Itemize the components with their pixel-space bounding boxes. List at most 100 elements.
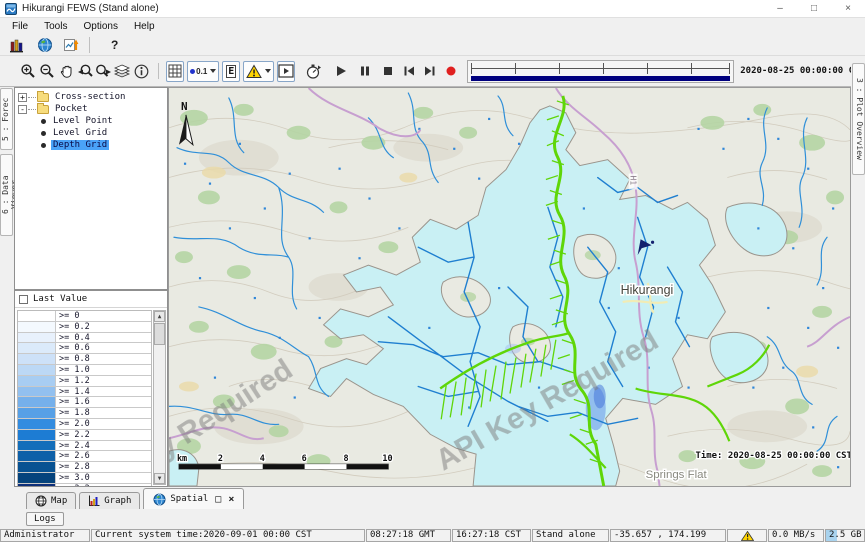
svg-text:4: 4	[260, 453, 265, 463]
layers-icon	[114, 63, 131, 80]
legend-label: >= 1.6	[56, 397, 151, 407]
legend-label: >= 0.6	[56, 343, 151, 353]
movie-icon	[278, 64, 294, 78]
globe-button[interactable]	[34, 35, 55, 56]
pan-button[interactable]	[58, 61, 76, 82]
bullet-icon	[41, 131, 46, 136]
zoom-out-button[interactable]	[39, 61, 57, 82]
spatial-display-button[interactable]	[60, 35, 81, 56]
legend-swatch	[18, 311, 56, 321]
legend-scrollbar[interactable]: ▲ ▼	[153, 310, 166, 485]
zoom-in-button[interactable]	[20, 61, 38, 82]
zoom-previous-button[interactable]	[76, 61, 94, 82]
menu-file[interactable]: File	[4, 20, 36, 33]
legend-label: >= 2.8	[56, 462, 151, 472]
time-slider[interactable]	[467, 60, 735, 83]
status-local-time: 16:27:18 CST	[452, 529, 531, 542]
last-value-row: Last Value	[15, 291, 167, 308]
legend-swatch	[18, 430, 56, 440]
expand-icon[interactable]: +	[18, 93, 27, 102]
last-value-checkbox[interactable]	[19, 295, 28, 304]
tab-data-viewer[interactable]: 6 : Data Viewer	[0, 154, 13, 236]
current-time-label: 2020-08-25 00:00:00 CST	[740, 66, 865, 76]
tab-map[interactable]: Map	[26, 492, 76, 509]
legend-row: >= 1.8	[18, 408, 151, 419]
zoom-previous-icon	[77, 63, 94, 80]
skip-end-icon	[423, 64, 437, 78]
legend-swatch	[18, 333, 56, 343]
warning-dropdown[interactable]	[243, 61, 274, 82]
labels-toggle-button[interactable]: E	[222, 61, 240, 82]
maximize-button[interactable]: □	[797, 0, 831, 18]
record-button[interactable]	[442, 61, 460, 82]
menu-tools[interactable]: Tools	[36, 20, 75, 33]
help-button[interactable]: ?	[111, 38, 118, 52]
tree-item-pocket[interactable]: - Pocket	[15, 103, 167, 115]
scroll-thumb[interactable]	[154, 323, 165, 345]
toolbar-separator	[89, 37, 90, 53]
legend-label: >= 1.8	[56, 408, 151, 418]
tree-item-level-grid[interactable]: Level Grid	[41, 127, 167, 139]
tab-forecast[interactable]: 5 : Forec	[0, 88, 13, 150]
tab-graph-label: Graph	[104, 496, 131, 506]
menu-bar: File Tools Options Help	[0, 18, 865, 35]
title-bar: Hikurangi FEWS (Stand alone) – □ ×	[0, 0, 865, 18]
time-slider-track[interactable]	[471, 63, 731, 74]
legend-swatch	[18, 322, 56, 332]
tree-item-cross-section[interactable]: + Cross-section	[15, 91, 167, 103]
tree-item-level-point[interactable]: Level Point	[41, 115, 167, 127]
chevron-down-icon	[210, 69, 216, 73]
tree-item-label: Cross-section	[53, 92, 127, 102]
close-button[interactable]: ×	[831, 0, 865, 18]
map-toolbar: 0.1 E 2020-08-25 00:00:00 CST	[0, 56, 865, 87]
legend-row: >= 2.0	[18, 419, 151, 430]
movie-button[interactable]	[277, 61, 295, 82]
play-button[interactable]	[332, 61, 350, 82]
layers-button[interactable]	[114, 61, 132, 82]
logs-row: Logs	[0, 509, 865, 529]
logs-button[interactable]: Logs	[26, 512, 64, 526]
tab-restore-icon[interactable]: □	[215, 494, 221, 505]
tree-item-label: Level Point	[51, 116, 115, 126]
legend-row: >= 0.2	[18, 322, 151, 333]
record-icon	[444, 64, 458, 78]
status-memory: 2.5 GB	[825, 529, 865, 542]
threshold-dropdown[interactable]: 0.1	[187, 61, 219, 82]
stop-button[interactable]	[379, 61, 397, 82]
toolbar-separator	[158, 63, 159, 79]
timer-button[interactable]	[304, 61, 322, 82]
info-button[interactable]	[133, 61, 151, 82]
grid-toggle-button[interactable]	[166, 61, 184, 82]
app-icon	[5, 3, 17, 15]
skip-start-button[interactable]	[400, 61, 418, 82]
legend-label: >= 3.0	[56, 473, 151, 483]
status-warning[interactable]	[727, 529, 767, 542]
scroll-down-icon[interactable]: ▼	[154, 473, 165, 484]
window-title: Hikurangi FEWS (Stand alone)	[22, 3, 159, 14]
tab-spatial-label: Spatial	[170, 494, 208, 504]
collapse-icon[interactable]: -	[18, 105, 27, 114]
legend-label: >= 0.4	[56, 333, 151, 343]
tab-plot-overview[interactable]: 3 : Plot Overview	[852, 63, 865, 175]
chevron-down-icon	[265, 69, 271, 73]
legend-swatch	[18, 387, 56, 397]
pause-button[interactable]	[356, 61, 374, 82]
zoom-next-button[interactable]	[95, 61, 113, 82]
tab-close-icon[interactable]: ×	[228, 494, 234, 505]
bullet-icon	[41, 143, 46, 148]
scroll-up-icon[interactable]: ▲	[154, 311, 165, 322]
map-canvas[interactable]: H1 API Key Required API Key Required Hik…	[168, 87, 851, 487]
locality-label: Springs Flat	[646, 469, 708, 481]
tab-graph[interactable]: Graph	[79, 492, 140, 509]
explorer-button[interactable]	[6, 35, 27, 56]
legend-row: >= 0	[18, 311, 151, 322]
tab-spatial[interactable]: Spatial □ ×	[143, 488, 244, 509]
status-user: Administrator	[0, 529, 90, 542]
legend-label: >= 2.4	[56, 441, 151, 451]
tree-item-depth-grid[interactable]: Depth Grid	[41, 139, 167, 151]
legend-label: >= 0	[56, 311, 151, 321]
menu-options[interactable]: Options	[75, 20, 125, 33]
skip-end-button[interactable]	[421, 61, 439, 82]
menu-help[interactable]: Help	[126, 20, 163, 33]
minimize-button[interactable]: –	[763, 0, 797, 18]
